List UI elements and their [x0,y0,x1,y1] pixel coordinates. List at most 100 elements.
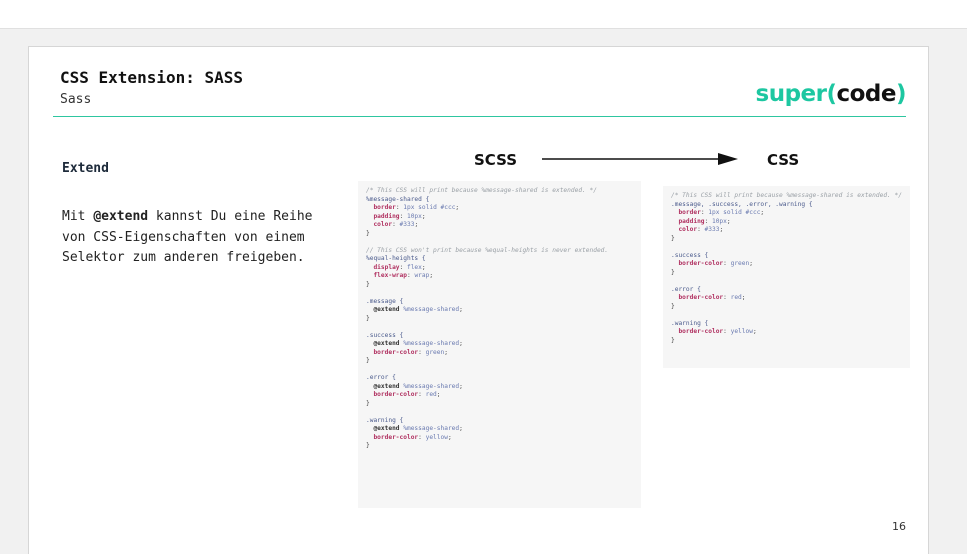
scss-code-line: .message { [366,298,641,307]
css-code-token: #333 [704,226,720,233]
scss-code-token: .success { [366,331,404,339]
flow-label-css: CSS [767,151,800,169]
scss-code-line: flex-wrap: wrap; [366,272,641,281]
scss-code-token: %equal-heights { [366,255,426,262]
scss-code-token: ; [429,272,434,279]
scss-code-line: %message-shared { [366,196,641,205]
css-code-token: ; [749,260,753,267]
css-code-token: } [671,336,675,344]
scss-code-token: 1px solid #ccc [403,204,456,211]
scss-code-token: ; [421,263,426,271]
scss-code-token: %message-shared [399,306,460,313]
scss-code-token: 10px [406,212,422,220]
css-code-token: : [723,328,731,335]
flow-label-scss: SCSS [474,151,518,169]
scss-code-line: color: #333; [366,221,641,230]
scss-code-line [366,238,641,247]
logo-part-close: ) [895,81,907,107]
slide-subtitle: Sass [60,92,92,107]
scss-code-token: .error { [366,374,396,381]
scss-code-line: .error { [366,374,641,383]
css-code-line: /* This CSS will print because %message-… [671,192,910,201]
scss-code-token: } [366,357,370,364]
css-code-line: .success { [671,252,910,261]
css-code-line: } [671,269,910,278]
arrow-right-icon [542,153,738,165]
scss-code-line: } [366,230,641,239]
scss-code-line: } [366,442,641,451]
scss-code-token: %message-shared [399,382,460,390]
supercode-logo: super(code) [756,81,907,107]
scss-code-token: } [366,229,370,237]
scss-code-token: ; [459,382,463,390]
css-code-token: /* This CSS will print because %message-… [671,192,902,199]
css-code-token: color [671,226,698,233]
scss-code-token: .message { [366,297,404,305]
scss-code-token: ; [414,221,419,228]
scss-code-token: padding [366,212,400,220]
scss-code-line: .success { [366,332,641,341]
css-code-token: 1px solid #ccc [708,209,761,216]
scss-code-token: : [418,391,426,398]
css-code-token: ; [752,328,757,335]
css-code-line [671,277,910,286]
css-code-token: .success { [671,251,709,259]
css-code-token: border [671,209,701,216]
scss-code-token: @extend [366,382,400,390]
scss-code-token: @extend [366,306,400,313]
css-code-block: /* This CSS will print because %message-… [663,186,910,368]
scss-code-line: } [366,400,641,409]
scss-code-token: } [366,280,370,288]
css-code-token: } [671,302,675,310]
scss-code-line [366,366,641,375]
scss-code-token: : [418,433,426,441]
scss-code-token: // This CSS won't print because %equal-h… [366,246,609,254]
scss-code-token: @extend [366,425,400,432]
scss-code-token: border-color [366,391,419,398]
css-code-token: border-color [671,260,724,267]
scss-code-token: #333 [399,221,415,228]
css-code-token: yellow [730,328,753,335]
css-code-line: } [671,235,910,244]
scss-code-token: } [366,314,370,322]
css-code-token: border-color [671,294,724,301]
css-code-token: border-color [671,328,724,335]
css-code-token: : [704,217,712,225]
scss-code-token: ; [447,433,452,441]
css-code-token: padding [671,217,705,225]
scss-code-line [366,289,641,298]
scss-code-token: yellow [425,433,448,441]
scss-code-line: %equal-heights { [366,255,641,264]
section-title: Extend [62,161,109,176]
css-code-token: : [723,294,731,301]
css-code-line: border: 1px solid #ccc; [671,209,910,218]
scss-code-token: } [366,442,370,449]
scss-code-token: ; [421,212,426,220]
scss-code-token: green [425,348,445,356]
scss-code-token: @extend [366,340,400,347]
scss-code-line: padding: 10px; [366,213,641,222]
scss-code-block: /* This CSS will print because %message-… [358,181,641,508]
css-code-token: ; [741,294,746,301]
scss-code-token: border-color [366,348,419,356]
scss-code-token: %message-shared [399,340,460,347]
css-code-token: .message, .success, .error, .warning { [671,200,813,208]
page-number: 16 [892,520,906,533]
scss-code-token: ; [436,391,441,398]
css-code-line [671,311,910,320]
scss-code-token: : [399,263,407,271]
body-text-prefix: Mit [62,209,94,224]
scss-code-token: : [418,348,426,356]
slide-title: CSS Extension: SASS [60,68,244,87]
scss-code-token: ; [459,425,463,432]
scss-code-line [366,408,641,417]
css-code-token: } [671,268,675,276]
header-divider [53,116,906,117]
scss-code-token: } [366,399,370,407]
scss-code-token: ; [459,306,463,313]
scss-code-token: %message-shared [399,425,460,432]
css-code-token: } [671,234,675,242]
scss-code-line: @extend %message-shared; [366,306,641,315]
scss-code-token: color [366,221,393,228]
scss-code-line: display: flex; [366,264,641,273]
